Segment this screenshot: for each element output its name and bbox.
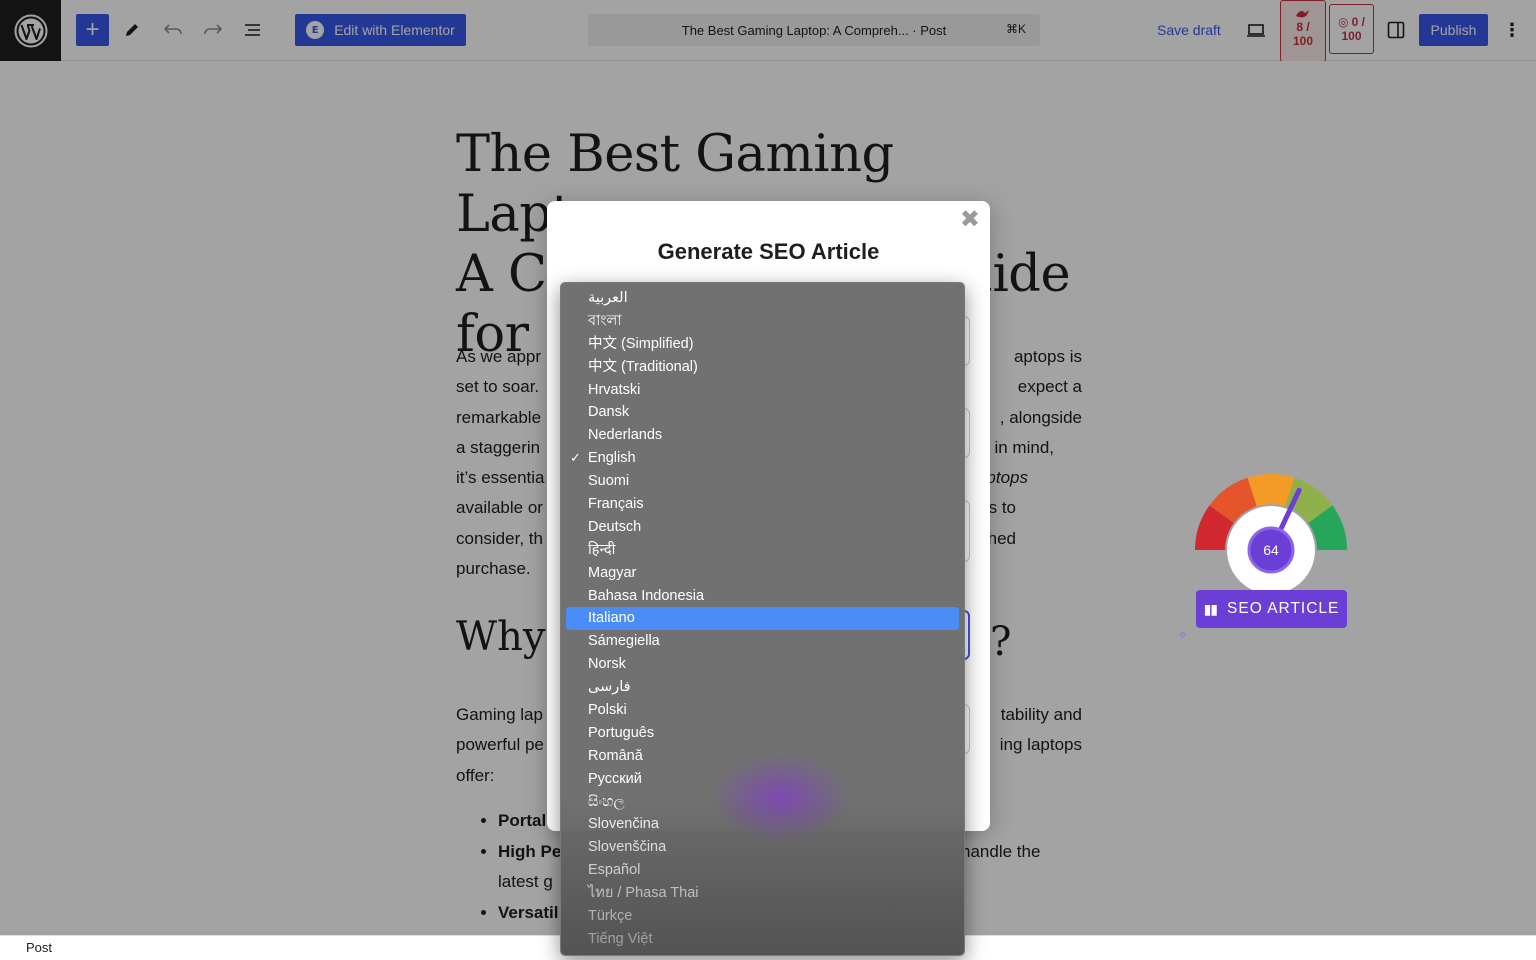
language-option[interactable]: فارسی xyxy=(566,676,959,699)
language-option[interactable]: Hrvatski xyxy=(566,379,959,402)
language-option[interactable]: සිංහල xyxy=(566,791,959,814)
seo-score-gauge[interactable]: 64 xyxy=(1194,472,1348,592)
language-option[interactable]: 中文 (Traditional) xyxy=(566,356,959,379)
language-dropdown-list[interactable]: العربية বাংলা 中文 (Simplified) 中文 (Tradition… xyxy=(560,282,965,956)
language-option[interactable]: Polski xyxy=(566,699,959,722)
language-option[interactable]: Tiếng Việt xyxy=(566,928,959,951)
language-option[interactable]: हिन्दी xyxy=(566,539,959,562)
language-option[interactable]: Nederlands xyxy=(566,424,959,447)
modal-title: Generate SEO Article xyxy=(657,239,880,264)
language-option[interactable]: العربية xyxy=(566,287,959,310)
language-option[interactable]: বাংলা xyxy=(566,310,959,333)
seo-article-button[interactable]: ▮▮ SEO ARTICLE xyxy=(1196,590,1347,628)
language-option[interactable]: 中文 (Simplified) xyxy=(566,333,959,356)
language-option[interactable]: Deutsch xyxy=(566,516,959,539)
language-option[interactable]: Sámegiella xyxy=(566,630,959,653)
language-option[interactable]: ไทย / Phasa Thai xyxy=(566,882,959,905)
language-option[interactable]: Română xyxy=(566,745,959,768)
seo-score-number: 64 xyxy=(1263,542,1279,558)
language-option[interactable]: Italiano xyxy=(566,607,959,631)
language-option[interactable]: Español xyxy=(566,859,959,882)
language-option[interactable]: Português xyxy=(566,722,959,745)
language-option[interactable]: Magyar xyxy=(566,562,959,585)
bars-icon: ▮▮ xyxy=(1203,600,1218,617)
close-icon[interactable]: ✖ xyxy=(960,205,980,234)
breadcrumb-post[interactable]: Post xyxy=(26,940,52,955)
language-option[interactable]: Русский xyxy=(566,768,959,791)
seo-article-label: SEO ARTICLE xyxy=(1227,600,1340,617)
language-option[interactable]: Slovenčina xyxy=(566,813,959,836)
checkmark-icon: ✓ xyxy=(570,450,581,466)
language-option[interactable]: Suomi xyxy=(566,470,959,493)
language-option[interactable]: Türkçe xyxy=(566,905,959,928)
move-handle-icon[interactable]: ⌖ xyxy=(1178,627,1198,647)
language-option[interactable]: Norsk xyxy=(566,653,959,676)
language-option[interactable]: Français xyxy=(566,493,959,516)
language-option[interactable]: ✓ English xyxy=(566,447,959,470)
language-option[interactable]: Bahasa Indonesia xyxy=(566,585,959,608)
language-option[interactable]: Slovenščina xyxy=(566,836,959,859)
language-option[interactable]: Dansk xyxy=(566,401,959,424)
